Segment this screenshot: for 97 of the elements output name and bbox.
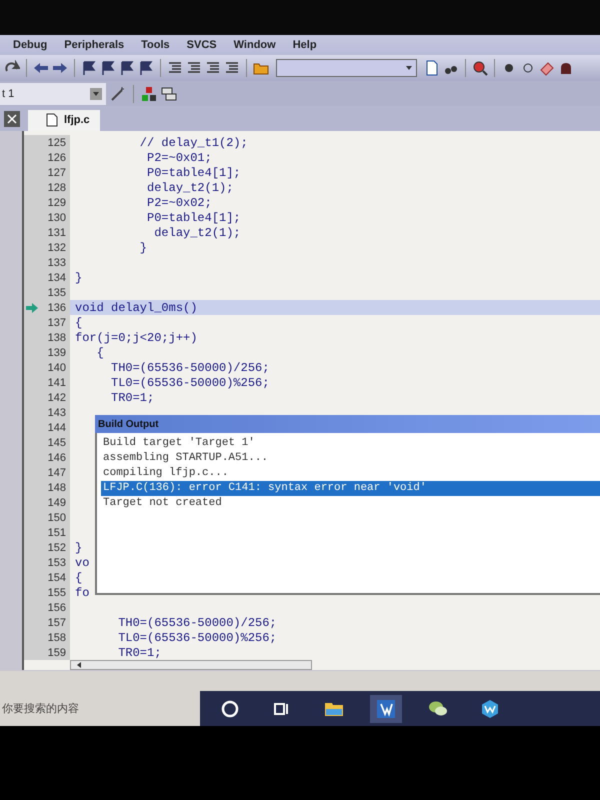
menu-item[interactable]: Debug xyxy=(13,39,48,51)
menu-item[interactable]: SVCS xyxy=(186,39,217,51)
code-line: void delayl_0ms() xyxy=(74,300,198,314)
output-line[interactable]: compiling lfjp.c... xyxy=(101,466,600,481)
line-number: 143 xyxy=(48,406,66,418)
eraser-icon[interactable] xyxy=(539,60,555,76)
line-number: 151 xyxy=(48,526,66,538)
line-number: 152 xyxy=(48,542,66,554)
line-number: 139 xyxy=(48,346,66,358)
line-number: 126 xyxy=(48,152,66,164)
code-line: } xyxy=(74,270,82,284)
line-number: 144 xyxy=(48,422,66,434)
horizontal-scrollbar[interactable] xyxy=(70,660,312,670)
panel-title: Build Output xyxy=(95,415,600,433)
code-line: TL0=(65536-50000)%256; xyxy=(117,630,277,644)
indent-lines-icon[interactable] xyxy=(186,60,202,76)
line-number: 157 xyxy=(48,616,66,628)
target-dropdown[interactable]: t 1 xyxy=(0,82,106,104)
line-number: 156 xyxy=(48,602,66,614)
bookmark-flag-icon[interactable] xyxy=(138,60,154,76)
line-number: 154 xyxy=(48,572,66,584)
line-number: 158 xyxy=(48,632,66,644)
line-number: 132 xyxy=(48,242,66,254)
indent-lines-icon[interactable] xyxy=(167,60,183,76)
code-line: { xyxy=(74,570,82,584)
code-line: P0=table4[1]; xyxy=(146,166,241,180)
line-number: 127 xyxy=(48,166,66,178)
line-number: 141 xyxy=(48,376,66,388)
output-line[interactable]: assembling STARTUP.A51... xyxy=(101,451,600,466)
code-line: { xyxy=(96,346,104,360)
code-line: for(j=0;j<20;j++) xyxy=(74,330,198,344)
line-number: 129 xyxy=(48,196,66,208)
file-icon xyxy=(46,113,58,127)
code-line: TR0=1; xyxy=(117,646,162,660)
line-number: 131 xyxy=(48,226,66,238)
forward-arrow-icon[interactable] xyxy=(52,60,68,76)
code-line: delay_t2(1); xyxy=(146,180,234,194)
menu-item[interactable]: Tools xyxy=(141,39,170,51)
output-line[interactable]: Target not created xyxy=(101,496,600,511)
close-icon[interactable] xyxy=(4,110,20,126)
document-icon[interactable] xyxy=(424,60,440,76)
line-number: 125 xyxy=(48,136,66,148)
line-number: 137 xyxy=(48,316,66,328)
code-line: // delay_t1(2); xyxy=(138,136,248,150)
line-number: 150 xyxy=(48,512,66,524)
search-field[interactable]: 你要搜索的内容 xyxy=(0,702,192,715)
line-number: 147 xyxy=(48,466,66,478)
menu-item[interactable]: Window xyxy=(234,39,276,51)
menu-item[interactable]: Help xyxy=(292,39,317,51)
code-line: fo xyxy=(74,586,90,600)
code-line: delay_t2(1); xyxy=(153,226,241,240)
code-line: TL0=(65536-50000)%256; xyxy=(110,376,270,390)
code-line: } xyxy=(138,240,148,254)
current-line-arrow-icon xyxy=(26,303,38,313)
code-line: { xyxy=(74,316,82,330)
indent-lines-icon[interactable] xyxy=(224,60,240,76)
indent-lines-icon[interactable] xyxy=(205,60,221,76)
magic-wand-icon[interactable] xyxy=(110,86,126,102)
line-number: 138 xyxy=(48,332,66,344)
components-icon[interactable] xyxy=(141,86,157,102)
app-icon[interactable] xyxy=(370,694,402,722)
line-number: 128 xyxy=(48,182,66,194)
line-number: 140 xyxy=(48,362,66,374)
bookmark-flag-icon[interactable] xyxy=(81,60,97,76)
line-number: 153 xyxy=(48,556,66,568)
menu-item[interactable]: Peripherals xyxy=(64,39,124,51)
line-number: 145 xyxy=(48,436,66,448)
find-dropdown[interactable] xyxy=(276,59,417,77)
output-line[interactable]: Build target 'Target 1' xyxy=(101,436,600,451)
line-number: 155 xyxy=(48,586,66,598)
code-line: TR0=1; xyxy=(110,390,154,404)
line-number: 133 xyxy=(48,256,66,268)
line-number: 130 xyxy=(48,212,66,224)
bookmark-flag-icon[interactable] xyxy=(119,60,135,76)
line-number: 135 xyxy=(48,286,66,298)
debug-magnifier-icon[interactable] xyxy=(472,60,488,76)
stacked-windows-icon[interactable] xyxy=(161,86,177,102)
code-line: } xyxy=(74,540,82,554)
caret-icon xyxy=(90,88,102,100)
bookmark-flag-icon[interactable] xyxy=(100,60,116,76)
line-number: 148 xyxy=(48,482,66,494)
line-number: 149 xyxy=(48,496,66,508)
line-number: 136 xyxy=(48,302,66,314)
line-number: 142 xyxy=(48,392,66,404)
code-line: TH0=(65536-50000)/256; xyxy=(110,360,270,374)
caret-icon xyxy=(405,64,413,72)
back-arrow-icon[interactable] xyxy=(33,60,49,76)
code-line: TH0=(65536-50000)/256; xyxy=(117,616,277,630)
code-line: P2=~0x01; xyxy=(146,150,212,164)
line-number: 134 xyxy=(48,272,66,284)
code-line: P2=~0x02; xyxy=(146,196,212,210)
file-tab[interactable]: lfjp.c xyxy=(28,110,100,131)
left-arrow-icon[interactable] xyxy=(75,661,83,669)
line-number: 159 xyxy=(48,646,66,658)
code-line: vo xyxy=(74,556,90,570)
code-line: P0=table4[1]; xyxy=(146,210,241,224)
line-number: 146 xyxy=(48,452,66,464)
